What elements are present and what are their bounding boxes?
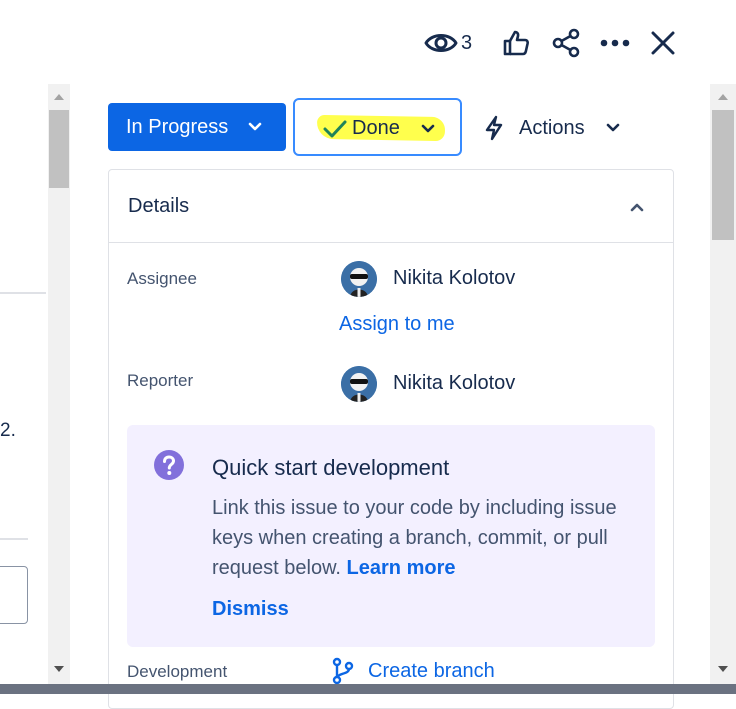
scroll-up-arrow[interactable] bbox=[54, 94, 64, 100]
chevron-down-icon bbox=[606, 123, 619, 132]
scroll-thumb[interactable] bbox=[49, 110, 69, 188]
details-panel: Details Assignee Nikita Kolotov Assign t… bbox=[108, 169, 674, 709]
share-icon bbox=[552, 28, 580, 58]
more-actions-button[interactable] bbox=[599, 30, 631, 56]
more-icon bbox=[600, 39, 630, 47]
quick-start-body: Link this issue to your code by includin… bbox=[212, 493, 632, 583]
right-scrollbar[interactable] bbox=[710, 84, 736, 684]
left-panel-divider bbox=[0, 292, 46, 294]
close-icon bbox=[651, 31, 675, 55]
actions-label: Actions bbox=[519, 116, 585, 139]
status-in-progress-button[interactable]: In Progress bbox=[108, 103, 286, 151]
chevron-down-icon bbox=[248, 122, 262, 131]
scroll-down-arrow[interactable] bbox=[54, 666, 64, 672]
create-branch-link[interactable]: Create branch bbox=[368, 660, 495, 683]
left-panel-text-fragment: 2. bbox=[0, 420, 16, 441]
details-title: Details bbox=[128, 195, 190, 217]
avatar bbox=[341, 261, 377, 297]
scroll-up-arrow[interactable] bbox=[718, 94, 728, 100]
quick-start-card: Quick start development Link this issue … bbox=[127, 425, 655, 647]
left-scrollbar[interactable] bbox=[48, 84, 70, 684]
status-in-progress-label: In Progress bbox=[126, 115, 229, 138]
question-icon bbox=[154, 450, 184, 480]
dismiss-button[interactable]: Dismiss bbox=[212, 598, 289, 621]
left-panel-input[interactable] bbox=[0, 566, 28, 624]
scroll-thumb[interactable] bbox=[712, 110, 734, 240]
development-label: Development bbox=[127, 662, 228, 681]
reporter-label: Reporter bbox=[127, 371, 194, 390]
left-panel-divider bbox=[0, 538, 28, 540]
taskbar-edge bbox=[0, 684, 736, 694]
watch-count: 3 bbox=[461, 32, 473, 54]
assign-to-me-link[interactable]: Assign to me bbox=[339, 313, 455, 336]
lightning-icon bbox=[485, 115, 503, 141]
scroll-down-arrow[interactable] bbox=[718, 666, 728, 672]
assignee-name[interactable]: Nikita Kolotov bbox=[393, 267, 515, 290]
share-button[interactable] bbox=[550, 27, 582, 59]
learn-more-link[interactable]: Learn more bbox=[347, 557, 456, 579]
watch-button[interactable] bbox=[422, 28, 460, 58]
branch-icon bbox=[332, 657, 354, 685]
eye-icon bbox=[424, 34, 458, 52]
checkmark-icon bbox=[323, 120, 347, 138]
quick-start-title: Quick start development bbox=[212, 455, 450, 480]
transition-done-button[interactable]: Done bbox=[293, 98, 462, 156]
avatar bbox=[341, 366, 377, 402]
chevron-down-icon bbox=[421, 124, 435, 133]
actions-button[interactable]: Actions bbox=[484, 112, 620, 144]
vote-button[interactable] bbox=[500, 27, 532, 59]
reporter-name[interactable]: Nikita Kolotov bbox=[393, 372, 515, 395]
close-button[interactable] bbox=[648, 28, 678, 58]
chevron-up-icon[interactable] bbox=[630, 202, 644, 212]
details-header[interactable]: Details bbox=[109, 170, 673, 243]
thumbs-up-icon bbox=[503, 30, 529, 56]
transition-done-label: Done bbox=[352, 117, 400, 139]
assignee-label: Assignee bbox=[127, 269, 197, 288]
